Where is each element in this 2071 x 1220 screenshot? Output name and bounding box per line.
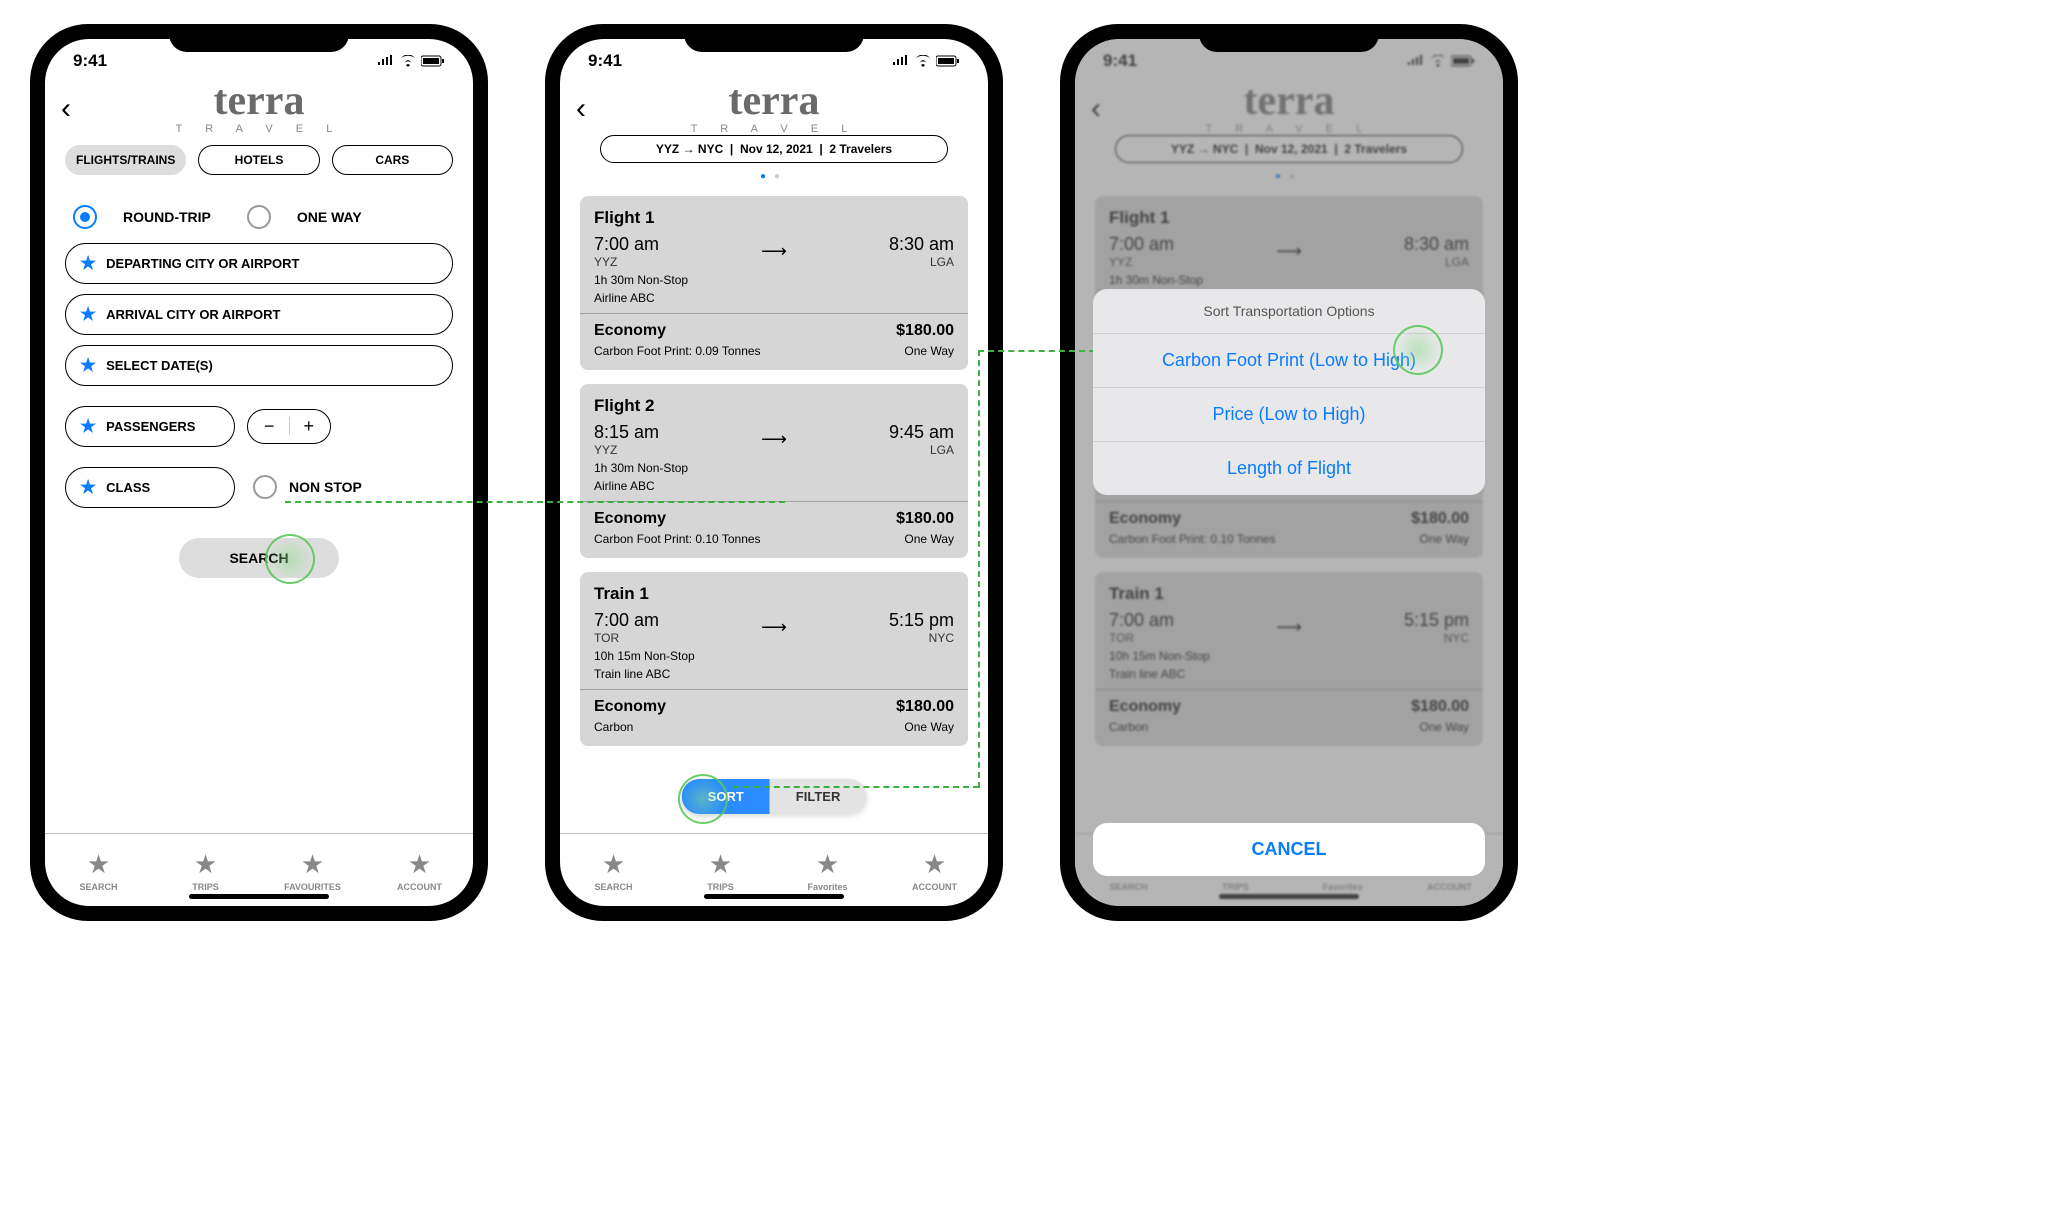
home-indicator[interactable] (189, 894, 329, 899)
departing-city-input[interactable]: ★DEPARTING CITY OR AIRPORT (65, 243, 453, 284)
star-icon: ★ (80, 477, 96, 498)
brand-logo: terra T R A V E L (606, 83, 942, 135)
arrow-icon: ⟶ (1174, 617, 1404, 638)
label-nonstop: NON STOP (289, 479, 362, 495)
tab-hotels[interactable]: HOTELS (198, 145, 319, 175)
passenger-stepper[interactable]: −+ (247, 409, 331, 444)
minus-icon[interactable]: − (264, 416, 275, 437)
status-time: 9:41 (73, 51, 107, 71)
radio-round-trip[interactable] (73, 205, 97, 229)
status-icons (377, 55, 445, 67)
result-title: Flight 1 (594, 208, 954, 228)
passengers-input[interactable]: ★PASSENGERS (65, 406, 235, 447)
arrow-icon: ⟶ (659, 617, 889, 638)
result-title: Flight 2 (594, 396, 954, 416)
brand-logo: terra T R A V E L (91, 83, 427, 135)
tab-cars[interactable]: CARS (332, 145, 453, 175)
star-icon: ★ (87, 849, 110, 880)
plus-icon[interactable]: + (304, 416, 315, 437)
arrow-icon: ⟶ (659, 429, 889, 450)
star-icon: ★ (80, 304, 96, 325)
sort-option-carbon[interactable]: Carbon Foot Print (Low to High) (1093, 334, 1485, 388)
sort-option-price[interactable]: Price (Low to High) (1093, 388, 1485, 442)
arrow-icon: ⟶ (659, 241, 889, 262)
sort-button[interactable]: SORT (682, 779, 770, 814)
filter-button[interactable]: FILTER (770, 779, 867, 814)
result-card[interactable]: Train 17:00 amTOR⟶5:15 pmNYC10h 15m Non-… (580, 572, 968, 746)
search-summary[interactable]: YYZ → NYC | Nov 12, 2021 | 2 Travelers (600, 135, 948, 163)
search-button[interactable]: SEARCH (179, 538, 338, 578)
result-card[interactable]: Flight 28:15 amYYZ⟶9:45 amLGA1h 30m Non-… (580, 384, 968, 558)
star-icon: ★ (80, 416, 96, 437)
result-card[interactable]: Train 17:00 amTOR⟶5:15 pmNYC10h 15m Non-… (1095, 572, 1483, 746)
tab-flights-trains[interactable]: FLIGHTS/TRAINS (65, 145, 186, 175)
result-title: Train 1 (1109, 584, 1469, 604)
star-icon: ★ (194, 849, 217, 880)
star-icon: ★ (301, 849, 324, 880)
status-time: 9:41 (588, 51, 622, 71)
home-indicator[interactable] (704, 894, 844, 899)
result-title: Flight 1 (1109, 208, 1469, 228)
star-icon: ★ (80, 253, 96, 274)
radio-one-way[interactable] (247, 205, 271, 229)
back-button[interactable]: ‹ (576, 92, 606, 126)
result-title: Train 1 (594, 584, 954, 604)
page-dots: ●● (560, 171, 988, 182)
sheet-title: Sort Transportation Options (1093, 289, 1485, 334)
arrival-city-input[interactable]: ★ARRIVAL CITY OR AIRPORT (65, 294, 453, 335)
cancel-button[interactable]: CANCEL (1093, 823, 1485, 876)
select-dates-input[interactable]: ★SELECT DATE(S) (65, 345, 453, 386)
checkbox-nonstop[interactable] (253, 475, 277, 499)
sort-filter-bar: SORT FILTER (682, 779, 867, 814)
nav-account[interactable]: ★ACCOUNT (366, 834, 473, 906)
back-button[interactable]: ‹ (61, 92, 91, 126)
result-card[interactable]: Flight 17:00 amYYZ⟶8:30 amLGA1h 30m Non-… (580, 196, 968, 370)
status-icons (892, 55, 960, 67)
star-icon: ★ (408, 849, 431, 880)
nav-account[interactable]: ★ACCOUNT (881, 834, 988, 906)
arrow-icon: ⟶ (1174, 241, 1404, 262)
star-icon: ★ (80, 355, 96, 376)
nav-search[interactable]: ★SEARCH (45, 834, 152, 906)
sort-option-length[interactable]: Length of Flight (1093, 442, 1485, 495)
label-round-trip: ROUND-TRIP (123, 209, 211, 225)
label-one-way: ONE WAY (297, 209, 362, 225)
class-input[interactable]: ★CLASS (65, 467, 235, 508)
sort-action-sheet: Sort Transportation Options Carbon Foot … (1093, 289, 1485, 495)
nav-search[interactable]: ★SEARCH (560, 834, 667, 906)
